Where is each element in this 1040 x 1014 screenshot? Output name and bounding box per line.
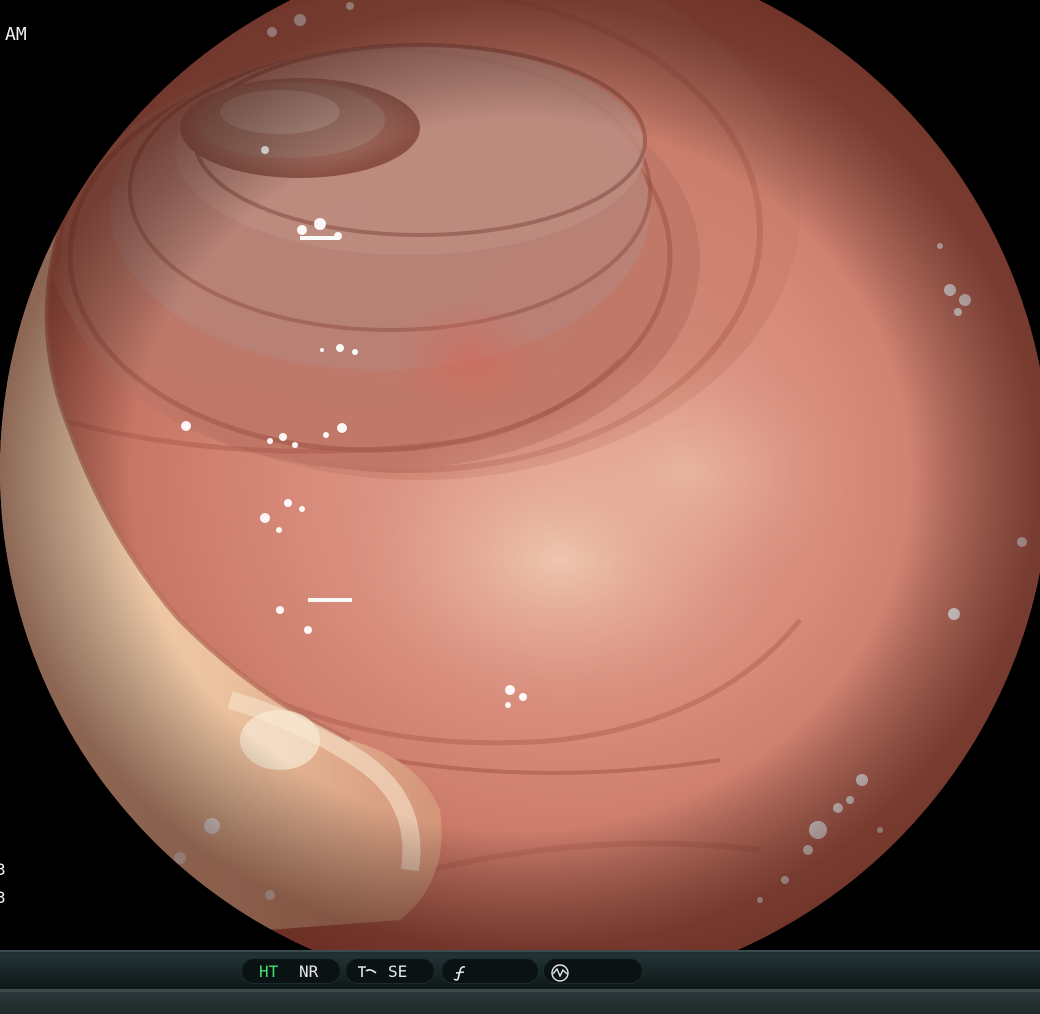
endoscopy-screen: AM 3 3 HT NR SE (0, 0, 1040, 1014)
endoscopic-view (0, 0, 1040, 950)
overlay-top-left-text: AM (5, 24, 27, 45)
function-indicator (441, 958, 539, 984)
overlay-left-number-1: 3 (0, 860, 6, 879)
nr-mode-label: NR (299, 962, 319, 981)
status-bar: HT NR SE (0, 950, 1040, 1014)
colon-lumen-image (0, 0, 1040, 950)
enhancement-curve-icon (358, 966, 377, 977)
se-mode-label: SE (388, 962, 408, 981)
overlay-left-number-2: 3 (0, 888, 6, 907)
ht-nr-indicator: HT NR (241, 958, 341, 984)
waveform-icon (551, 964, 569, 982)
status-bar-mid-divider (0, 989, 1040, 992)
waveform-indicator (543, 958, 643, 984)
status-bar-top-divider (0, 950, 1040, 952)
function-icon (453, 966, 466, 981)
ht-mode-label: HT (259, 962, 279, 981)
se-indicator: SE (345, 958, 435, 984)
